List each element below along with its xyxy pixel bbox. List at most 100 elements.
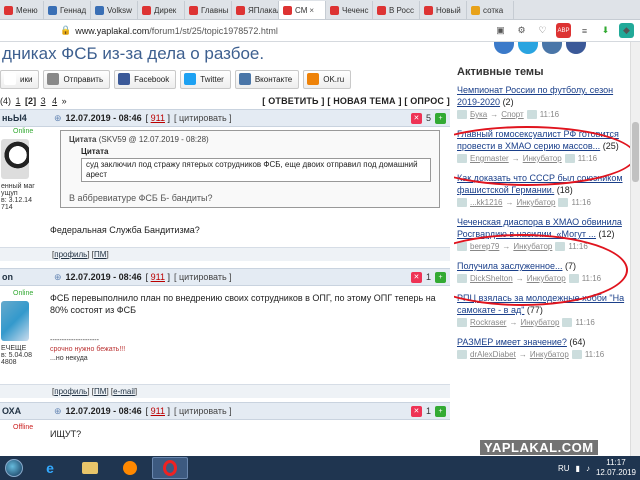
- topic-author[interactable]: Rockraser: [470, 318, 506, 327]
- topic-category[interactable]: Инкубатор: [520, 318, 559, 327]
- post-link-icon[interactable]: ⊕: [54, 113, 62, 124]
- browser-tab[interactable]: сотка: [467, 1, 514, 19]
- pm-link[interactable]: ПМ: [94, 250, 106, 259]
- clock[interactable]: 11:17 12.07.2019: [596, 458, 636, 478]
- extension-icon[interactable]: ◆: [619, 23, 634, 38]
- telegram-icon[interactable]: [518, 42, 538, 54]
- tab-favicon-icon: [4, 5, 13, 15]
- page-link-1[interactable]: 1: [16, 96, 21, 106]
- download-icon[interactable]: ⬇: [598, 23, 613, 38]
- browser-tab[interactable]: Главны: [185, 1, 232, 19]
- scrollbar-thumb[interactable]: [632, 122, 639, 182]
- close-tab-icon[interactable]: ×: [309, 6, 314, 15]
- tab-favicon-icon: [142, 5, 151, 15]
- share-button-mail[interactable]: ики: [0, 69, 40, 89]
- media-player-icon[interactable]: [112, 457, 148, 479]
- topic-author[interactable]: ...kk1216: [470, 198, 502, 207]
- tab-favicon-icon: [283, 5, 292, 15]
- page-link-4[interactable]: 4: [52, 96, 57, 106]
- network-icon[interactable]: ▮: [576, 464, 580, 473]
- quote-button[interactable]: цитировать: [179, 406, 227, 416]
- topic-link[interactable]: РАЗМЕР имеет значение?: [457, 337, 567, 347]
- post-username[interactable]: on: [0, 272, 50, 282]
- browser-tab[interactable]: Новый: [420, 1, 467, 19]
- browser-tab[interactable]: Геннад: [44, 1, 91, 19]
- topic-author[interactable]: Бука: [470, 110, 487, 119]
- avatar[interactable]: [1, 139, 29, 179]
- vote-down-icon[interactable]: ✕: [410, 405, 422, 417]
- post-number[interactable]: 911: [151, 272, 165, 282]
- profile-link[interactable]: профиль: [54, 250, 87, 259]
- share-button-twitter[interactable]: Twitter: [180, 69, 231, 89]
- share-button-mail[interactable]: Отправить: [43, 69, 111, 89]
- folder-icon[interactable]: [72, 457, 108, 479]
- browser-tab[interactable]: Дирек: [138, 1, 185, 19]
- topic-category[interactable]: Инкубатор: [530, 350, 569, 359]
- vote-count: 1: [425, 272, 431, 282]
- browser-tab[interactable]: Volksw: [91, 1, 138, 19]
- share-button-ok[interactable]: OK.ru: [303, 69, 352, 89]
- topic-category[interactable]: Инкубатор: [516, 198, 555, 207]
- social-icon-1[interactable]: [494, 42, 514, 54]
- vote-down-icon[interactable]: ✕: [410, 112, 422, 124]
- language-indicator[interactable]: RU: [558, 464, 570, 473]
- post-link-icon[interactable]: ⊕: [54, 272, 62, 283]
- profile-link[interactable]: профиль: [54, 387, 87, 396]
- volume-icon[interactable]: ♪: [586, 464, 590, 473]
- browser-tab[interactable]: Чеченс: [326, 1, 373, 19]
- menu-icon[interactable]: ≡: [577, 23, 592, 38]
- post-number[interactable]: 911: [151, 406, 165, 416]
- online-status: Online: [13, 290, 34, 297]
- share-button-facebook[interactable]: Facebook: [114, 69, 177, 89]
- settings-icon[interactable]: ⚙: [514, 23, 529, 38]
- post-author-info: Online енный маг ущуп в: 3.12.14 714: [0, 128, 50, 211]
- post-link-icon[interactable]: ⊕: [54, 406, 62, 417]
- browser-tab[interactable]: В Росс: [373, 1, 420, 19]
- signature: --------------------- срочно нужно бежат…: [50, 337, 126, 362]
- post-username[interactable]: ньЫ4: [0, 113, 50, 123]
- post-number[interactable]: 911: [151, 113, 165, 123]
- topic-link[interactable]: Чемпионат России по футболу, сезон 2019-…: [457, 85, 613, 107]
- page-link-3[interactable]: 3: [41, 96, 46, 106]
- current-page: 2: [28, 96, 34, 106]
- photo-icon[interactable]: ▣: [493, 23, 508, 38]
- start-button[interactable]: [0, 456, 28, 480]
- browser-tab[interactable]: Меню: [0, 1, 44, 19]
- vote-up-icon[interactable]: +: [435, 271, 446, 283]
- quote-button[interactable]: цитировать: [179, 272, 227, 282]
- ok-icon: [307, 73, 320, 85]
- user-icon: [457, 110, 467, 119]
- vk-icon[interactable]: [542, 42, 562, 54]
- address-bar[interactable]: 🔒 www.yaplakal.com/forum1/st/25/topic197…: [0, 20, 640, 42]
- avatar[interactable]: [1, 301, 29, 341]
- share-button-vk[interactable]: Вконтакте: [234, 69, 300, 89]
- post-author-info: Offline: [0, 424, 50, 431]
- active-topic-item: РАЗМЕР имеет значение? (64) drAlexDiabet →…: [454, 336, 630, 359]
- opera-icon[interactable]: [152, 457, 188, 479]
- heart-icon[interactable]: ♡: [535, 23, 550, 38]
- scrollbar[interactable]: [630, 42, 640, 456]
- post-username[interactable]: ОХА: [0, 406, 50, 416]
- quote-button[interactable]: цитировать: [179, 113, 227, 123]
- vote-up-icon[interactable]: +: [435, 405, 446, 417]
- browser-tab[interactable]: ЯПлакал: [232, 1, 279, 19]
- page-content: дниках ФСБ из-за дела о разбое. ики Отпра…: [0, 42, 630, 456]
- topic-author[interactable]: drAlexDiabet: [470, 350, 516, 359]
- social-icons: [494, 42, 630, 54]
- email-link[interactable]: e-mail: [113, 387, 135, 396]
- ie-icon[interactable]: e: [32, 457, 68, 479]
- post-date: 12.07.2019 - 08:46: [65, 272, 142, 282]
- post-header: ОХА ⊕ 12.07.2019 - 08:46 [ 911 ] [ цитир…: [0, 402, 450, 420]
- topic-headline: дниках ФСБ из-за дела о разбое.: [2, 44, 265, 63]
- mail-icon: [47, 73, 60, 85]
- topic-category[interactable]: Спорт: [501, 110, 524, 119]
- topic-actions[interactable]: [ ОТВЕТИТЬ ] [ НОВАЯ ТЕМА ] [ ОПРОС ]: [262, 96, 450, 106]
- pm-link[interactable]: ПМ: [94, 387, 106, 396]
- vote-down-icon[interactable]: ✕: [410, 271, 422, 283]
- vote-up-icon[interactable]: +: [435, 112, 446, 124]
- url-text[interactable]: www.yaplakal.com/forum1/st/25/topic19785…: [75, 26, 278, 36]
- adblock-icon[interactable]: ABP: [556, 23, 571, 38]
- browser-tab[interactable]: СМ ×: [279, 1, 326, 19]
- facebook-icon[interactable]: [566, 42, 586, 54]
- quote-block: Цитата (SKV59 @ 12.07.2019 - 08:28) Цита…: [60, 130, 440, 208]
